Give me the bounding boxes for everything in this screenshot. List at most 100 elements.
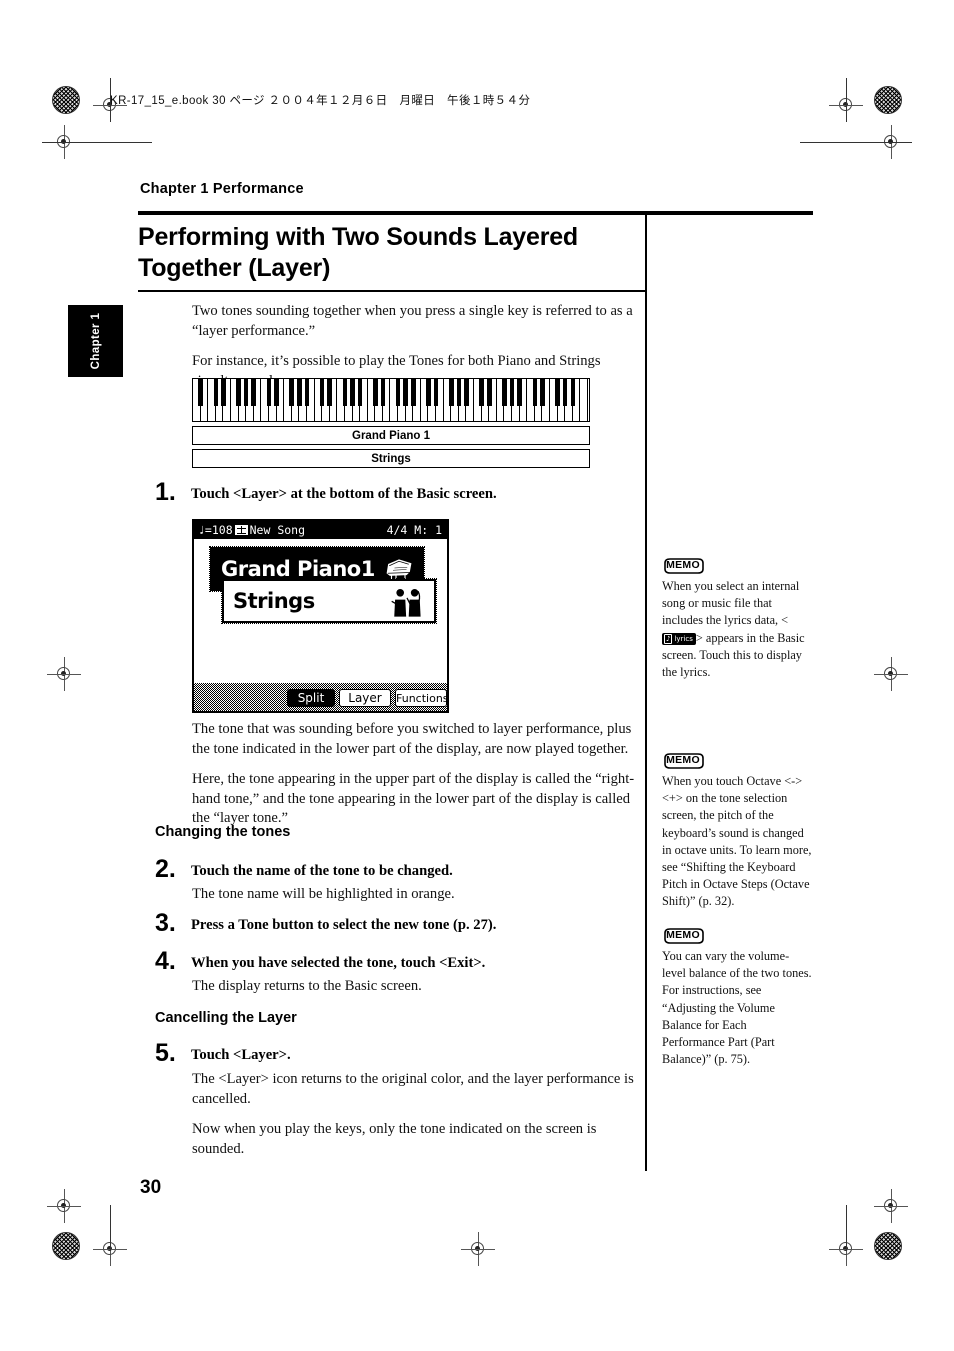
black-key [509,379,515,406]
memo-label: MEMO [666,754,700,766]
after-step1-paragraph-2: Here, the tone appearing in the upper pa… [192,771,635,826]
step-2: 2. Touch the name of the tone to be chan… [155,855,625,883]
black-key [540,379,545,406]
registration-target-top-right [874,86,902,114]
black-key [357,379,363,406]
lcd-song-name: New Song [249,523,306,537]
black-key [479,379,484,406]
keyboard-diagram: Grand Piano 1 Strings [192,378,590,468]
lcd-basic-screen: ♩=108 New Song 4/4 M: 1 Grand Piano1 Stri… [192,519,449,713]
memo-2: MEMO When you touch Octave <-><+> on the… [662,753,812,911]
after-step5-block: The <Layer> icon returns to the original… [192,1070,644,1170]
black-key [403,379,408,406]
crop-line-bottom-right [846,1205,847,1251]
lcd-status-bar: ♩=108 New Song 4/4 M: 1 [194,521,447,539]
black-key [221,379,226,406]
lcd-right-hand-tone-name: Grand Piano1 [221,557,375,581]
crop-line-left [42,142,152,143]
crop-line-top-right [846,78,847,122]
after-step4-block: The display returns to the Basic screen. [192,977,644,1008]
strings-players-icon [391,588,421,617]
black-key [562,379,568,406]
lcd-status-right: 4/4 M: 1 [387,521,442,539]
step-4: 4. When you have selected the tone, touc… [155,949,625,974]
step-1-number: 1. [155,478,176,506]
step-2-text: Touch the name of the tone to be changed… [191,863,453,879]
after-step5-paragraph-2: Now when you play the keys, only the ton… [192,1121,597,1157]
lyrics-button-label: lyrics [674,634,693,643]
lcd-tempo: ♩=108 [198,523,233,537]
step-5: 5. Touch <Layer>. [155,1039,625,1067]
black-key [373,379,378,406]
black-key [319,379,325,406]
chapter-thumb-tab-label: Chapter 1 [89,312,102,370]
piano-keyboard-graphic [192,378,590,422]
black-key [266,379,272,406]
black-key [251,379,257,406]
black-key [289,379,295,406]
column-divider [645,211,647,1171]
memo-3: MEMO You can vary the volume-level balan… [662,928,812,1068]
lcd-layer-tone-box[interactable]: Strings [221,578,437,624]
crop-line-bottom [110,1205,111,1251]
keyboard-upper-tone-bar: Grand Piano 1 [192,426,590,445]
black-key [395,379,401,406]
lcd-time-signature: 4/4 [386,523,408,537]
black-key [502,379,507,406]
black-key [350,379,355,406]
black-key [274,379,279,406]
page-title: Performing with Two Sounds Layered Toget… [138,223,579,282]
step-4-text: When you have selected the tone, touch <… [191,955,486,971]
black-key [297,379,302,406]
black-key [456,379,462,406]
black-key [304,379,310,406]
after-step1-paragraph-1: The tone that was sounding before you sw… [192,721,632,757]
crop-mark-mid-right [874,657,908,691]
step-1: 1. Touch <Layer> at the bottom of the Ba… [155,478,625,506]
lcd-measure: M: 1 [414,523,442,537]
lcd-status-left: ♩=108 New Song [198,521,305,539]
crop-mark-bl [47,1189,81,1223]
crop-mark-br [874,1189,908,1223]
step-1-text: Touch <Layer> at the bottom of the Basic… [191,486,497,502]
crop-mark-mid-left [47,657,81,691]
registration-target-bottom-left [52,1232,80,1260]
black-key [380,379,386,406]
memo-icon: MEMO [662,928,704,944]
black-key [198,379,203,406]
registration-target-top-left [52,86,80,114]
memo-icon: MEMO [662,753,704,769]
after-step2-block: The tone name will be highlighted in ora… [192,885,644,916]
lcd-button-bar: Split Layer Functions [194,683,447,711]
memo-1-text: When you select an internal song or musi… [662,578,812,681]
after-step5-paragraph-1: The <Layer> icon returns to the original… [192,1071,634,1107]
lcd-layer-button[interactable]: Layer [339,689,391,707]
black-key [213,379,219,406]
step-3-text: Press a Tone button to select the new to… [191,917,497,933]
black-key [236,379,241,406]
lcd-functions-button[interactable]: Functions [395,689,447,707]
registration-target-bottom-right [874,1232,902,1260]
title-rule-bottom [138,290,646,292]
subheading-cancelling-the-layer: Cancelling the Layer [155,1010,297,1026]
step-5-number: 5. [155,1039,176,1067]
memo-icon: MEMO [662,558,704,574]
step-5-text: Touch <Layer>. [191,1047,291,1063]
intro-paragraph-1: Two tones sounding together when you pre… [192,303,633,339]
memo-label: MEMO [666,929,700,941]
keyboard-lower-tone-bar: Strings [192,449,590,468]
memo-label: MEMO [666,559,700,571]
chapter-thumb-tab: Chapter 1 [68,305,123,377]
memo-3-text: You can vary the volume-level balance of… [662,949,812,1067]
after-step2-text: The tone name will be highlighted in ora… [192,886,455,902]
memo-1-text-before: When you select an internal song or musi… [662,579,800,628]
title-rule-top [138,211,813,215]
black-key [517,379,522,406]
after-step4-text: The display returns to the Basic screen. [192,978,422,994]
lcd-split-button[interactable]: Split [287,689,335,707]
black-key [448,379,454,406]
step-2-number: 2. [155,855,176,883]
subheading-changing-the-tones: Changing the tones [155,824,291,840]
black-key [532,379,538,406]
memo-2-text: When you touch Octave <-><+> on the tone… [662,774,812,909]
